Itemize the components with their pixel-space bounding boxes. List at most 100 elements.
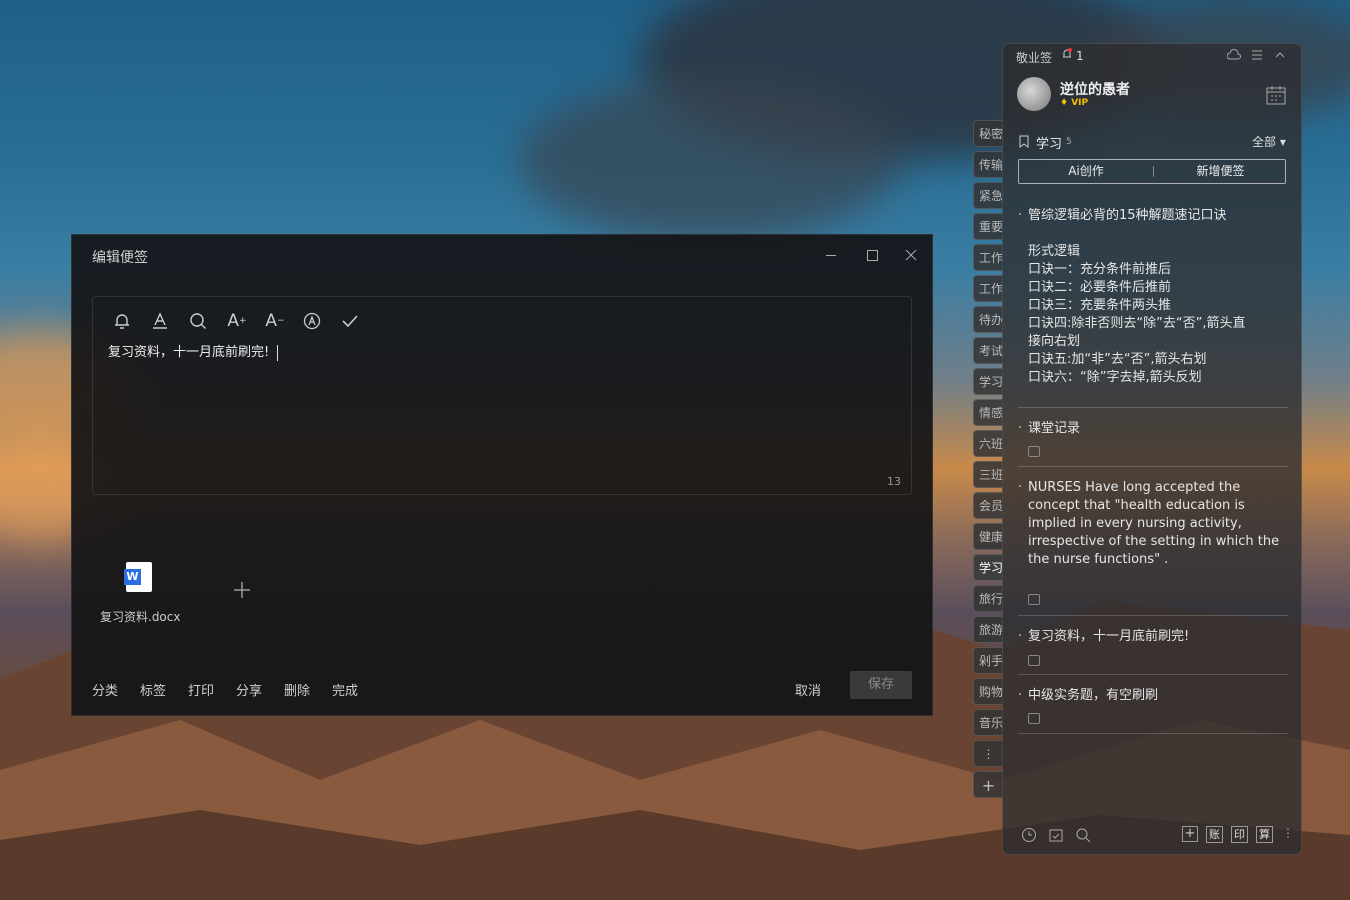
- sticky-panel: 敬业签 1 逆位的愚者 ♦ VIP 学习 5 全部 ▾ Ai创作 新增便签 · …: [1002, 43, 1302, 855]
- clock-icon[interactable]: [1021, 827, 1037, 843]
- lock-icon: [1028, 594, 1040, 605]
- tab-16[interactable]: 旅游: [973, 616, 1003, 643]
- tab-3[interactable]: 重要: [973, 213, 1003, 240]
- note-title: 管综逻辑必背的15种解题速记口诀: [1028, 208, 1227, 223]
- word-doc-icon: W: [124, 562, 152, 592]
- tab-9[interactable]: 情感: [973, 399, 1003, 426]
- tab-12[interactable]: 会员: [973, 492, 1003, 519]
- action-1[interactable]: 标签: [140, 680, 166, 699]
- bookmark-icon: [1018, 135, 1030, 148]
- divider: [1018, 615, 1288, 616]
- action-4[interactable]: 删除: [284, 680, 310, 699]
- list-item[interactable]: · 管综逻辑必背的15种解题速记口诀 形式逻辑 口诀一：充分条件前推后 口诀二：必要…: [1018, 207, 1288, 391]
- attachment-name: 复习资料.docx: [100, 610, 181, 624]
- text-color-icon[interactable]: [151, 312, 169, 330]
- close-icon[interactable]: [905, 249, 917, 261]
- window-title: 编辑便签: [92, 250, 148, 266]
- font-decrease-icon[interactable]: A −: [265, 311, 285, 331]
- action-2[interactable]: 打印: [188, 680, 214, 699]
- add-note-button[interactable]: 新增便签: [1154, 160, 1287, 183]
- tab-7[interactable]: 考试: [973, 337, 1003, 364]
- note-title: 复习资料，十一月底前刷完!: [1028, 629, 1190, 644]
- search-icon[interactable]: [1075, 827, 1091, 843]
- filter-dropdown[interactable]: 全部 ▾: [1252, 133, 1286, 150]
- tab-8[interactable]: 学习: [973, 368, 1003, 395]
- menu-icon[interactable]: [1251, 49, 1263, 61]
- check-icon[interactable]: [341, 312, 359, 330]
- notif-count: 1: [1076, 49, 1084, 63]
- collapse-icon[interactable]: [1274, 49, 1286, 61]
- cloud-sync-icon[interactable]: [1227, 49, 1241, 61]
- cancel-button[interactable]: 取消: [795, 680, 821, 699]
- note-line: [1028, 225, 1288, 243]
- add-tab-icon[interactable]: +: [973, 771, 1003, 798]
- avatar[interactable]: [1017, 77, 1051, 111]
- tab-14[interactable]: 学习: [973, 554, 1003, 581]
- font-increase-icon[interactable]: A +: [227, 311, 247, 331]
- tab-6[interactable]: 待办: [973, 306, 1003, 333]
- note-line: 口诀二：必要条件后推前: [1028, 280, 1172, 295]
- bullet: ·: [1018, 688, 1023, 703]
- note-content[interactable]: 复习资料，十一月底前刷完!: [108, 341, 279, 361]
- bell-icon[interactable]: [1061, 48, 1073, 60]
- save-button[interactable]: 保存: [850, 671, 912, 699]
- note-line: 口诀三：充要条件两头推: [1028, 298, 1172, 313]
- maximize-button[interactable]: [867, 250, 878, 261]
- tab-15[interactable]: 旅行: [973, 585, 1003, 612]
- account-tool[interactable]: 账: [1206, 826, 1223, 843]
- category-name: 学习: [1036, 137, 1063, 152]
- add-icon[interactable]: +: [1182, 826, 1198, 842]
- edit-note-window: 编辑便签 A + A − 复习资料，十一月底前刷完! 13 W 复习资料.docx …: [71, 234, 933, 716]
- user-name: 逆位的愚者: [1060, 82, 1130, 98]
- tab-13[interactable]: 健康: [973, 523, 1003, 550]
- tab-4[interactable]: 工作: [973, 244, 1003, 271]
- minimize-button[interactable]: [826, 255, 836, 256]
- divider: [1018, 407, 1288, 408]
- list-item[interactable]: · NURSES Have long accepted the concept …: [1018, 479, 1288, 569]
- print-tool[interactable]: 印: [1231, 826, 1248, 843]
- calendar-icon[interactable]: [1265, 84, 1287, 106]
- category-count: 5: [1066, 137, 1072, 147]
- tab-1[interactable]: 传输: [973, 151, 1003, 178]
- attachment-item[interactable]: W 复习资料.docx: [100, 560, 180, 630]
- add-attachment-icon[interactable]: [233, 581, 251, 599]
- ai-format-icon[interactable]: [303, 312, 321, 330]
- action-0[interactable]: 分类: [92, 680, 118, 699]
- calendar-check-icon[interactable]: [1048, 827, 1064, 843]
- tab-0[interactable]: 秘密: [973, 120, 1003, 147]
- note-line: 接向右划: [1028, 334, 1081, 349]
- lock-icon: [1028, 655, 1040, 666]
- bullet: ·: [1018, 629, 1023, 644]
- tab-17[interactable]: 剁手: [973, 647, 1003, 674]
- more-tabs-icon[interactable]: ⋮: [973, 740, 1003, 767]
- list-item[interactable]: · 复习资料，十一月底前刷完!: [1018, 628, 1288, 646]
- tab-2[interactable]: 紧急: [973, 182, 1003, 209]
- editor-box[interactable]: A + A − 复习资料，十一月底前刷完! 13: [92, 296, 912, 495]
- tab-5[interactable]: 工作: [973, 275, 1003, 302]
- action-5[interactable]: 完成: [332, 680, 358, 699]
- note-line: 口诀一：充分条件前推后: [1028, 262, 1172, 277]
- divider: [1018, 466, 1288, 467]
- note-line: 口诀六：“除”字去掉,箭头反划: [1028, 370, 1202, 385]
- tab-19[interactable]: 音乐: [973, 709, 1003, 736]
- note-title: 中级实务题，有空刷刷: [1028, 688, 1159, 703]
- note-line: 口诀四:除非否则去“除”去“否”,箭头直: [1028, 316, 1246, 331]
- bullet: ·: [1018, 421, 1023, 436]
- lock-icon: [1028, 713, 1040, 724]
- note-title: 课堂记录: [1028, 421, 1081, 436]
- list-item[interactable]: · 中级实务题，有空刷刷: [1018, 687, 1288, 705]
- bullet: ·: [1018, 480, 1023, 495]
- tab-10[interactable]: 六班: [973, 430, 1003, 457]
- lock-icon: [1028, 446, 1040, 457]
- tab-18[interactable]: 购物: [973, 678, 1003, 705]
- vip-badge: ♦ VIP: [1060, 98, 1089, 108]
- action-3[interactable]: 分享: [236, 680, 262, 699]
- tab-11[interactable]: 三班: [973, 461, 1003, 488]
- list-item[interactable]: · 课堂记录: [1018, 420, 1288, 438]
- note-line: 口诀五:加“非”去“否”,箭头右划: [1028, 352, 1207, 367]
- ai-create-button[interactable]: Ai创作: [1019, 160, 1153, 183]
- bell-icon[interactable]: [113, 312, 131, 330]
- more-icon[interactable]: ⋮: [1282, 826, 1294, 840]
- search-icon[interactable]: [189, 312, 207, 330]
- calculator-tool[interactable]: 算: [1256, 826, 1273, 843]
